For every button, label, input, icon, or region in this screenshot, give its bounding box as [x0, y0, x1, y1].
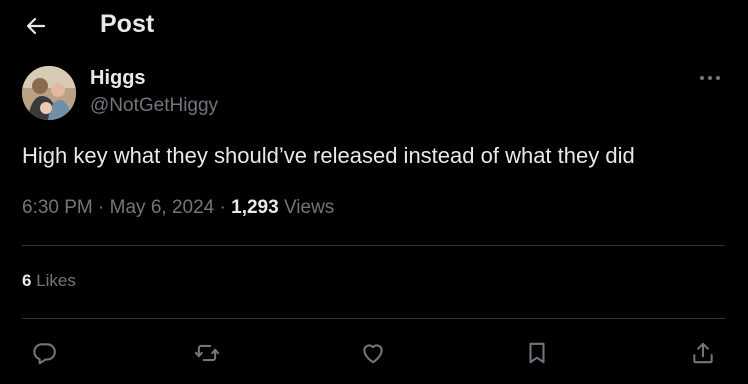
reply-icon [31, 340, 57, 366]
repost-icon [193, 340, 221, 366]
views-count: 1,293 [231, 197, 279, 218]
views-label: Views [283, 197, 335, 218]
likes-label: Likes [36, 271, 76, 290]
author-display-name[interactable]: Higgs [90, 66, 146, 90]
more-options-button[interactable] [692, 66, 728, 90]
likes-link[interactable]: 6 Likes [22, 270, 76, 292]
meta-separator: · [98, 197, 105, 218]
post-header: Post [0, 0, 748, 52]
more-dots-icon [699, 75, 721, 81]
post-meta: 6:30 PM · May 6, 2024 · 1,293 Views [22, 196, 334, 220]
bookmark-icon [524, 340, 550, 366]
post-text: High key what they should’ve released in… [22, 143, 635, 168]
bookmark-button[interactable] [520, 336, 554, 370]
repost-button[interactable] [190, 336, 224, 370]
avatar[interactable] [22, 66, 76, 120]
meta-separator: · [219, 197, 226, 218]
share-icon [690, 340, 716, 366]
divider [22, 318, 725, 319]
divider [22, 245, 725, 246]
share-button[interactable] [686, 336, 720, 370]
arrow-left-icon [24, 14, 48, 38]
likes-count: 6 [22, 271, 32, 290]
page-title: Post [100, 10, 155, 38]
author-handle[interactable]: @NotGetHiggy [90, 94, 218, 118]
reply-button[interactable] [27, 336, 61, 370]
back-button[interactable] [18, 8, 54, 44]
like-button[interactable] [356, 336, 390, 370]
post-date[interactable]: May 6, 2024 [110, 197, 215, 218]
post-time[interactable]: 6:30 PM [22, 197, 93, 218]
heart-icon [359, 340, 387, 366]
